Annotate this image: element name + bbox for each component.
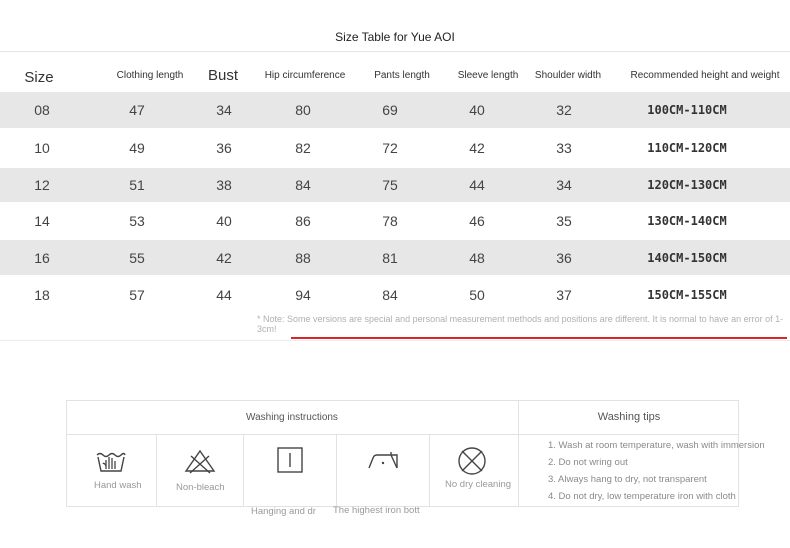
care-hand-wash: Hand wash (66, 435, 157, 507)
cell-bust: 34 (216, 102, 232, 118)
care-iron: The highest iron bott (333, 435, 430, 516)
header-sleeve-length: Sleeve length (457, 69, 519, 81)
cell-sleeve-length: 44 (469, 177, 485, 193)
tips-header-divider (519, 434, 739, 435)
table-bottom-divider (0, 340, 790, 341)
iron-label: The highest iron bott (333, 505, 420, 516)
cell-hip-circumference: 82 (295, 140, 311, 156)
cell-shoulder-width: 33 (556, 140, 572, 156)
table-row: 18 57 44 94 84 50 37 150CM-155CM (0, 277, 790, 313)
cell-hip-circumference: 84 (295, 177, 311, 193)
cell-recommended-height: 150CM-155CM (647, 288, 727, 302)
cell-shoulder-width: 37 (556, 287, 572, 303)
header-bust: Bust (207, 66, 238, 84)
cell-recommended-height: 120CM-130CM (647, 178, 727, 192)
table-row: 16 55 42 88 81 48 36 140CM-150CM (0, 240, 790, 275)
cell-clothing-length: 55 (129, 249, 145, 266)
cell-pants-length: 78 (382, 213, 398, 229)
cell-hip-circumference: 94 (295, 287, 311, 303)
header-size: Size (24, 68, 54, 86)
cell-size: 16 (34, 249, 50, 266)
cell-pants-length: 72 (382, 140, 398, 156)
accent-underline (291, 337, 787, 339)
cell-sleeve-length: 40 (469, 102, 485, 118)
cell-hip-circumference: 88 (295, 249, 311, 266)
cell-clothing-length: 53 (129, 213, 145, 229)
cell-clothing-length: 51 (129, 177, 145, 193)
cell-clothing-length: 57 (129, 287, 145, 303)
hand-wash-icon (96, 452, 126, 472)
cell-size: 18 (34, 287, 50, 303)
cell-bust: 44 (216, 287, 232, 303)
washing-instructions-title: Washing instructions (246, 411, 338, 423)
table-row: 12 51 38 84 75 44 34 120CM-130CM (0, 168, 790, 202)
cell-recommended-height: 100CM-110CM (647, 103, 727, 117)
cell-size: 08 (34, 102, 50, 118)
cell-size: 10 (34, 140, 50, 156)
care-no-dry-clean: No dry cleaning (430, 435, 519, 507)
cell-bust: 36 (216, 140, 232, 156)
header-pants-length: Pants length (374, 69, 430, 81)
cell-clothing-length: 47 (129, 102, 145, 118)
hand-wash-label: Hand wash (94, 480, 142, 491)
table-row: 08 47 34 80 69 40 32 100CM-110CM (0, 92, 790, 128)
cell-sleeve-length: 48 (469, 249, 485, 266)
cell-sleeve-length: 50 (469, 287, 485, 303)
cell-size: 12 (34, 177, 50, 193)
header-hip-circumference: Hip circumference (264, 69, 346, 81)
cell-shoulder-width: 35 (556, 213, 572, 229)
non-bleach-icon (184, 449, 216, 474)
header-clothing-length: Clothing length (116, 69, 184, 81)
table-row: 10 49 36 82 72 42 33 110CM-120CM (0, 130, 790, 166)
non-bleach-label: Non-bleach (176, 482, 225, 493)
cell-shoulder-width: 34 (556, 177, 572, 193)
hang-dry-label: Hanging and dr (251, 506, 316, 517)
iron-icon (368, 452, 398, 469)
header-recommended-height-weight: Recommended height and weight (630, 69, 780, 81)
washing-tip-3: 3. Always hang to dry, not transparent (548, 474, 707, 485)
cell-pants-length: 69 (382, 102, 398, 118)
no-dry-clean-icon (458, 447, 486, 475)
washing-tips-title: Washing tips (597, 411, 661, 423)
washing-tips-list: 1. Wash at room temperature, wash with i… (548, 440, 765, 508)
cell-hip-circumference: 80 (295, 102, 311, 118)
washing-tip-1: 1. Wash at room temperature, wash with i… (548, 440, 765, 451)
cell-pants-length: 84 (382, 287, 398, 303)
no-dry-clean-label: No dry cleaning (445, 479, 512, 490)
care-non-bleach: Non-bleach (157, 435, 244, 507)
washing-tip-2: 2. Do not wring out (548, 457, 628, 468)
cell-shoulder-width: 36 (556, 249, 572, 266)
care-hang-dry: Hanging and dr (244, 435, 337, 517)
cell-recommended-height: 110CM-120CM (647, 141, 727, 155)
top-divider (0, 51, 790, 52)
header-shoulder-width: Shoulder width (534, 69, 602, 81)
hang-dry-icon (277, 447, 303, 473)
cell-recommended-height: 140CM-150CM (647, 250, 727, 265)
cell-shoulder-width: 32 (556, 102, 572, 118)
cell-bust: 40 (216, 213, 232, 229)
cell-bust: 42 (216, 249, 232, 266)
measurement-note: * Note: Some versions are special and pe… (257, 314, 784, 334)
page-title: Size Table for Yue AOI (335, 30, 455, 44)
cell-hip-circumference: 86 (295, 213, 311, 229)
cell-recommended-height: 130CM-140CM (647, 214, 727, 228)
cell-pants-length: 75 (382, 177, 398, 193)
cell-sleeve-length: 42 (469, 140, 485, 156)
table-row: 14 53 40 86 78 46 35 130CM-140CM (0, 204, 790, 238)
cell-bust: 38 (216, 177, 232, 193)
cell-size: 14 (34, 213, 50, 229)
cell-pants-length: 81 (382, 249, 398, 266)
washing-tip-4: 4. Do not dry, low temperature iron with… (548, 491, 736, 502)
cell-clothing-length: 49 (129, 140, 145, 156)
cell-sleeve-length: 46 (469, 213, 485, 229)
